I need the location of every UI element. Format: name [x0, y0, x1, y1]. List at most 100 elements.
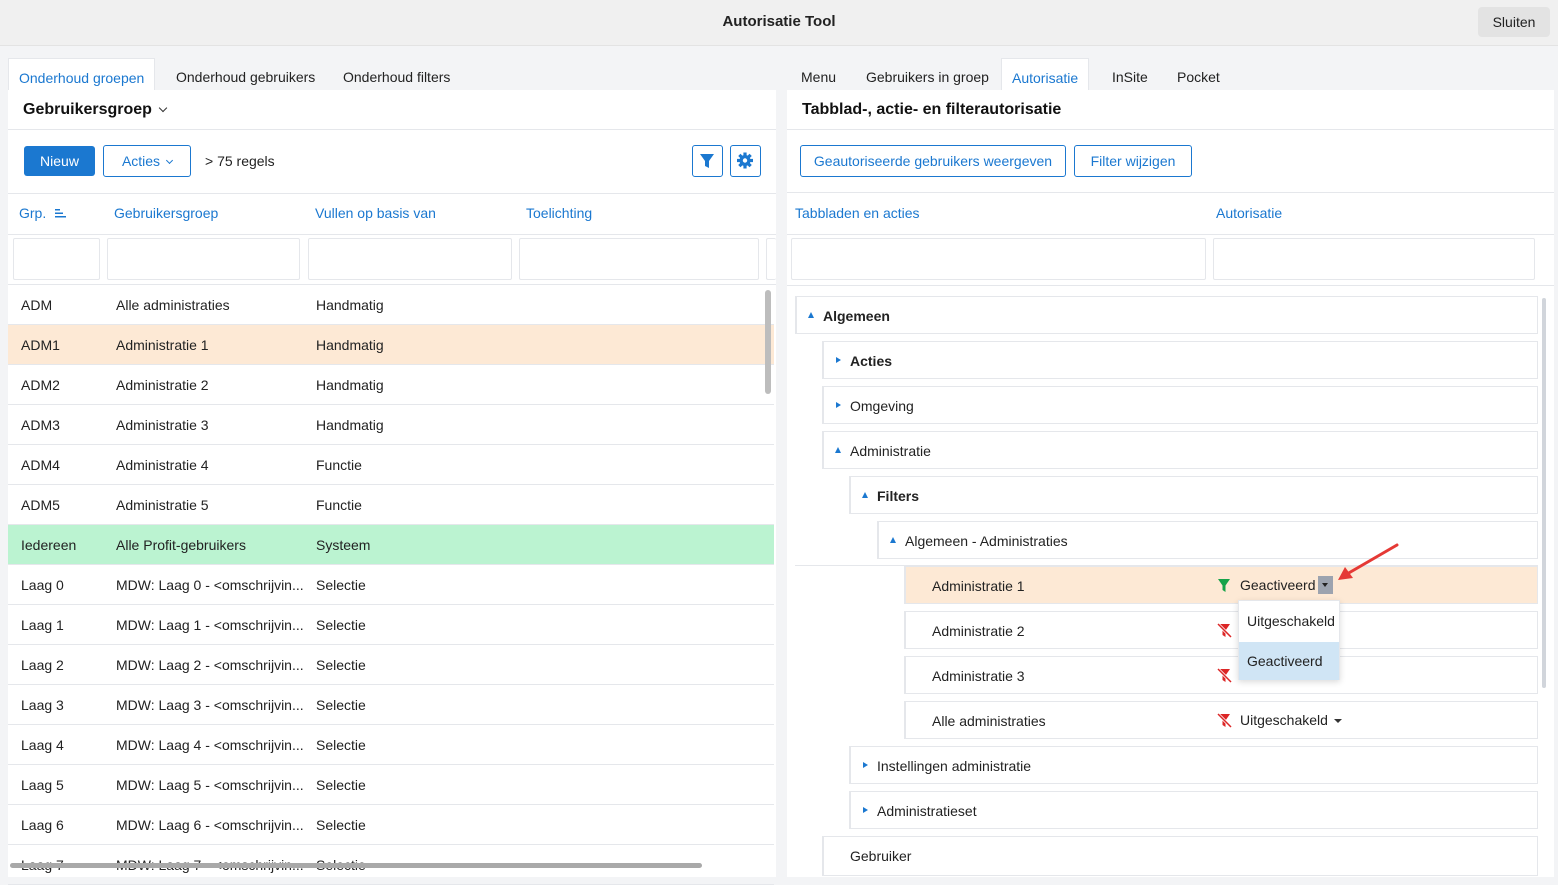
- tree-node-algemeen[interactable]: Algemeen: [795, 296, 1538, 334]
- filter-input-vullen[interactable]: [308, 238, 512, 280]
- tab-insite[interactable]: InSite: [1112, 58, 1148, 90]
- vertical-scrollbar[interactable]: [765, 290, 771, 394]
- row-count: > 75 regels: [205, 153, 275, 169]
- page-title[interactable]: Gebruikersgroep: [23, 101, 168, 119]
- tree-node-administratieset[interactable]: Administratieset: [849, 791, 1538, 829]
- filter-button[interactable]: [692, 145, 723, 177]
- actions-label: Acties: [121, 153, 161, 169]
- table-cell: Handmatig: [316, 377, 384, 393]
- horizontal-scrollbar[interactable]: [10, 863, 702, 868]
- table-cell: Selectie: [316, 617, 366, 633]
- tab-pocket[interactable]: Pocket: [1177, 58, 1220, 90]
- tree-node-label: Administratie: [850, 443, 931, 459]
- table-cell: Administratie 4: [116, 457, 209, 473]
- tree-node-administratie-2[interactable]: Administratie 2: [904, 611, 1538, 649]
- table-cell: Iedereen: [21, 537, 77, 553]
- tree-node-administratie-3[interactable]: Administratie 3: [904, 656, 1538, 694]
- settings-button[interactable]: [730, 145, 761, 177]
- col-header-tabbladen[interactable]: Tabbladen en acties: [795, 205, 920, 221]
- tree-node-acties[interactable]: Acties: [822, 341, 1538, 379]
- table-cell: Laag 2: [21, 657, 64, 673]
- filter-input-tabbladen[interactable]: [791, 238, 1206, 280]
- tree-node-filters[interactable]: Filters: [849, 476, 1538, 514]
- tab-gebruikers-in-groep[interactable]: Gebruikers in groep: [866, 58, 989, 90]
- table-cell: ADM4: [21, 457, 60, 473]
- col-header-vullen[interactable]: Vullen op basis van: [315, 205, 436, 221]
- table-cell: Functie: [316, 457, 362, 473]
- divider: [787, 234, 1554, 235]
- tree-node-instellingen-administratie[interactable]: Instellingen administratie: [849, 746, 1538, 784]
- col-header-autorisatie[interactable]: Autorisatie: [1216, 205, 1282, 221]
- expand-down-icon: [808, 312, 814, 318]
- tab-autorisatie[interactable]: Autorisatie: [1001, 58, 1090, 90]
- filter-disabled-icon: [1217, 713, 1232, 728]
- table-row[interactable]: ADM1 Administratie 1 Handmatig: [8, 325, 774, 365]
- left-tabs: Onderhoud groepen Onderhoud gebruikers O…: [8, 58, 776, 90]
- authorization-value[interactable]: Geactiveerd: [1240, 577, 1315, 593]
- change-filter-button[interactable]: Filter wijzigen: [1074, 145, 1192, 177]
- filter-input-gebruikersgroep[interactable]: [107, 238, 300, 280]
- table-cell: ADM: [21, 297, 53, 313]
- dropdown-option-geactiveerd[interactable]: Geactiveerd: [1239, 642, 1339, 680]
- table-cell: Laag 4: [21, 737, 64, 753]
- table-row[interactable]: Laag 5 MDW: Laag 5 - <omschrijvin... Selec…: [8, 765, 774, 805]
- table-cell: Selectie: [316, 657, 366, 673]
- title-bar: Autorisatie Tool Sluiten: [0, 0, 1558, 46]
- table-cell: Laag 0: [21, 577, 64, 593]
- new-button[interactable]: Nieuw: [24, 146, 95, 176]
- table-row[interactable]: ADM4 Administratie 4 Functie: [8, 445, 774, 485]
- table-row[interactable]: ADM3 Administratie 3 Handmatig: [8, 405, 774, 445]
- table-cell: MDW: Laag 4 - <omschrijvin...: [116, 737, 304, 753]
- table-row[interactable]: Laag 6 MDW: Laag 6 - <omschrijvin... Selec…: [8, 805, 774, 845]
- table-row[interactable]: Laag 3 MDW: Laag 3 - <omschrijvin... Selec…: [8, 685, 774, 725]
- expand-down-icon: [835, 447, 841, 453]
- table-cell: Selectie: [316, 697, 366, 713]
- tree-node-gebruiker[interactable]: Gebruiker: [822, 836, 1538, 876]
- authorization-dropdown: Uitgeschakeld Geactiveerd: [1238, 600, 1340, 680]
- table-row[interactable]: Iedereen Alle Profit-gebruikers Systeem: [8, 525, 774, 565]
- table-cell: Handmatig: [316, 337, 384, 353]
- table-row[interactable]: Laag 1 MDW: Laag 1 - <omschrijvin... Selec…: [8, 605, 774, 645]
- table-cell: MDW: Laag 2 - <omschrijvin...: [116, 657, 304, 673]
- table-row[interactable]: Laag 4 MDW: Laag 4 - <omschrijvin... Selec…: [8, 725, 774, 765]
- divider: [787, 129, 1554, 130]
- tree-node-alle-administraties[interactable]: Alle administraties Uitgeschakeld: [904, 701, 1538, 739]
- tab-onderhoud-filters[interactable]: Onderhoud filters: [343, 58, 450, 90]
- tab-onderhoud-gebruikers[interactable]: Onderhoud gebruikers: [176, 58, 315, 90]
- table-row[interactable]: Laag 0 MDW: Laag 0 - <omschrijvin... Selec…: [8, 565, 774, 605]
- tree-node-administratie[interactable]: Administratie: [822, 431, 1538, 469]
- close-button[interactable]: Sluiten: [1478, 7, 1550, 37]
- tree-node-algemeen-administraties[interactable]: Algemeen - Administraties: [877, 521, 1538, 559]
- expand-right-icon: [863, 807, 868, 813]
- expand-right-icon: [863, 762, 868, 768]
- expand-down-icon: [862, 492, 868, 498]
- dropdown-option-uitgeschakeld[interactable]: Uitgeschakeld: [1239, 602, 1339, 640]
- actions-button[interactable]: Acties: [103, 145, 191, 177]
- filter-input-extra[interactable]: [766, 238, 776, 280]
- col-header-grp[interactable]: Grp.: [19, 205, 68, 221]
- caret-down-icon[interactable]: [1334, 719, 1342, 723]
- table-row[interactable]: Laag 2 MDW: Laag 2 - <omschrijvin... Selec…: [8, 645, 774, 685]
- annotation-arrow-icon: [1338, 543, 1399, 580]
- table-cell: ADM3: [21, 417, 60, 433]
- tree-node-omgeving[interactable]: Omgeving: [822, 386, 1538, 424]
- vertical-scrollbar[interactable]: [1542, 298, 1546, 688]
- col-header-gebruikersgroep[interactable]: Gebruikersgroep: [114, 205, 218, 221]
- table-cell: Laag 3: [21, 697, 64, 713]
- authorization-value[interactable]: Uitgeschakeld: [1240, 712, 1328, 728]
- filter-input-toelichting[interactable]: [519, 238, 759, 280]
- filter-input-grp[interactable]: [13, 238, 100, 280]
- col-header-toelichting[interactable]: Toelichting: [526, 205, 592, 221]
- table-cell: Administratie 1: [116, 337, 209, 353]
- table-row[interactable]: ADM5 Administratie 5 Functie: [8, 485, 774, 525]
- tree-node-administratie-1[interactable]: Administratie 1 Geactiveerd: [904, 566, 1538, 604]
- tab-menu[interactable]: Menu: [801, 58, 836, 90]
- tree-node-label: Administratie 3: [932, 668, 1025, 684]
- tree-node-label: Administratieset: [877, 803, 977, 819]
- table-row[interactable]: ADM2 Administratie 2 Handmatig: [8, 365, 774, 405]
- table-row[interactable]: ADM Alle administraties Handmatig: [8, 285, 774, 325]
- filter-input-autorisatie[interactable]: [1213, 238, 1535, 280]
- table-cell: Alle administraties: [116, 297, 230, 313]
- show-authorized-users-button[interactable]: Geautoriseerde gebruikers weergeven: [800, 145, 1066, 177]
- tab-onderhoud-groepen[interactable]: Onderhoud groepen: [8, 58, 156, 90]
